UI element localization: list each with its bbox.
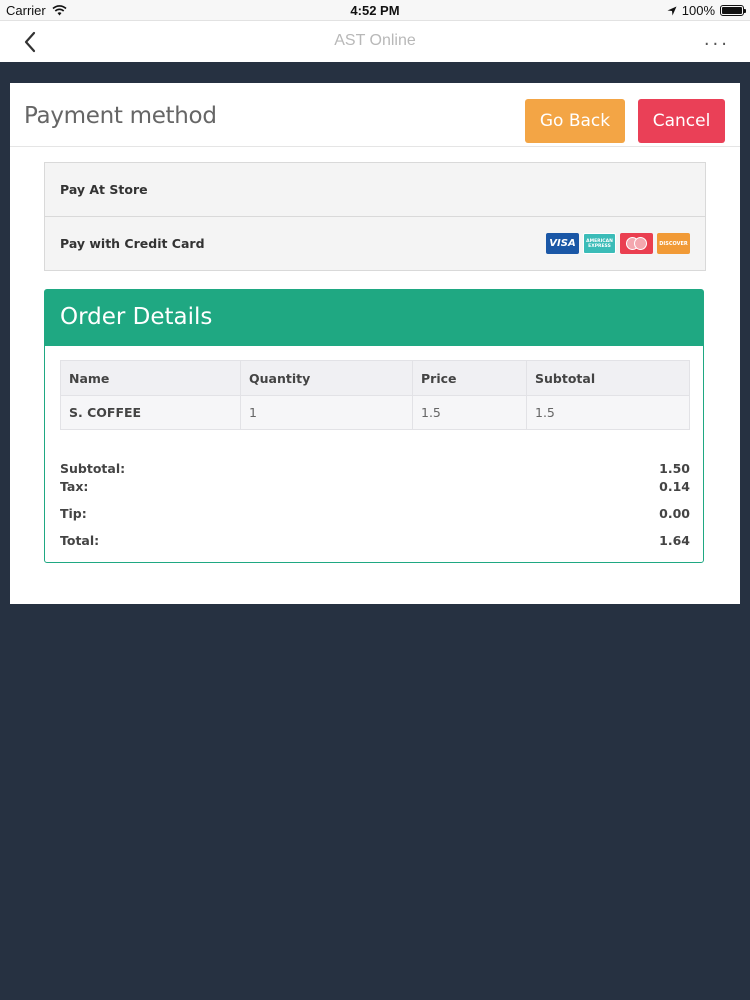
item-quantity: 1 xyxy=(240,395,413,430)
pay-at-store-option[interactable]: Pay At Store xyxy=(45,163,705,216)
status-bar: Carrier 4:52 PM 100% xyxy=(0,0,750,21)
pay-at-store-label: Pay At Store xyxy=(60,182,148,197)
go-back-button[interactable]: Go Back xyxy=(525,99,625,143)
item-price: 1.5 xyxy=(412,395,527,430)
app-title: AST Online xyxy=(334,32,416,49)
column-header-price: Price xyxy=(412,360,527,396)
card-logos: VISA AMERICAN EXPRESS DISCOVER xyxy=(546,233,690,254)
panel-header: Payment method Go Back Cancel xyxy=(10,83,740,147)
battery-percent: 100% xyxy=(681,3,715,18)
tip-label: Tip: xyxy=(60,506,87,521)
status-time: 4:52 PM xyxy=(350,3,400,18)
navigation-bar: AST Online ... xyxy=(0,21,750,62)
mastercard-circle-right xyxy=(634,237,647,250)
battery-level xyxy=(722,7,742,14)
tax-value: 0.14 xyxy=(659,479,690,494)
tax-label: Tax: xyxy=(60,479,89,494)
discover-card-icon: DISCOVER xyxy=(657,233,690,254)
order-details-header: Order Details xyxy=(45,290,703,346)
status-right: 100% xyxy=(667,3,746,18)
table-header-row: Name Quantity Price Subtotal xyxy=(60,360,690,396)
tax-row: Tax: 0.14 xyxy=(60,479,690,497)
subtotal-value: 1.50 xyxy=(659,461,690,476)
payment-panel: Payment method Go Back Cancel Pay At Sto… xyxy=(10,83,740,604)
total-value: 1.64 xyxy=(659,533,690,548)
total-row: Total: 1.64 xyxy=(60,533,690,551)
pay-with-credit-card-label: Pay with Credit Card xyxy=(60,236,205,251)
battery-icon xyxy=(720,5,746,16)
cancel-button[interactable]: Cancel xyxy=(638,99,725,143)
table-row: S. COFFEE 1 1.5 1.5 xyxy=(60,395,690,430)
more-options-icon[interactable]: ... xyxy=(704,29,730,50)
item-subtotal: 1.5 xyxy=(526,395,690,430)
visa-card-icon: VISA xyxy=(546,233,579,254)
location-arrow-icon xyxy=(667,6,677,15)
total-label: Total: xyxy=(60,533,100,548)
column-header-subtotal: Subtotal xyxy=(526,360,690,396)
page-title: Payment method xyxy=(24,103,217,129)
item-name: S. COFFEE xyxy=(60,395,241,430)
order-items-table: Name Quantity Price Subtotal S. COFFEE 1… xyxy=(60,360,690,430)
pay-with-credit-card-option[interactable]: Pay with Credit Card VISA AMERICAN EXPRE… xyxy=(45,216,705,270)
amex-card-icon: AMERICAN EXPRESS xyxy=(583,233,616,254)
order-totals: Subtotal: 1.50 Tax: 0.14 Tip: 0.00 Total… xyxy=(60,461,690,551)
column-header-quantity: Quantity xyxy=(240,360,413,396)
tip-row: Tip: 0.00 xyxy=(60,506,690,524)
tip-value: 0.00 xyxy=(659,506,690,521)
subtotal-label: Subtotal: xyxy=(60,461,126,476)
subtotal-row: Subtotal: 1.50 xyxy=(60,461,690,479)
order-details-card: Order Details Name Quantity Price Subtot… xyxy=(44,289,704,563)
column-header-name: Name xyxy=(60,360,241,396)
order-details-title: Order Details xyxy=(60,304,213,330)
mastercard-card-icon xyxy=(620,233,653,254)
payment-options-list: Pay At Store Pay with Credit Card VISA A… xyxy=(44,162,706,271)
